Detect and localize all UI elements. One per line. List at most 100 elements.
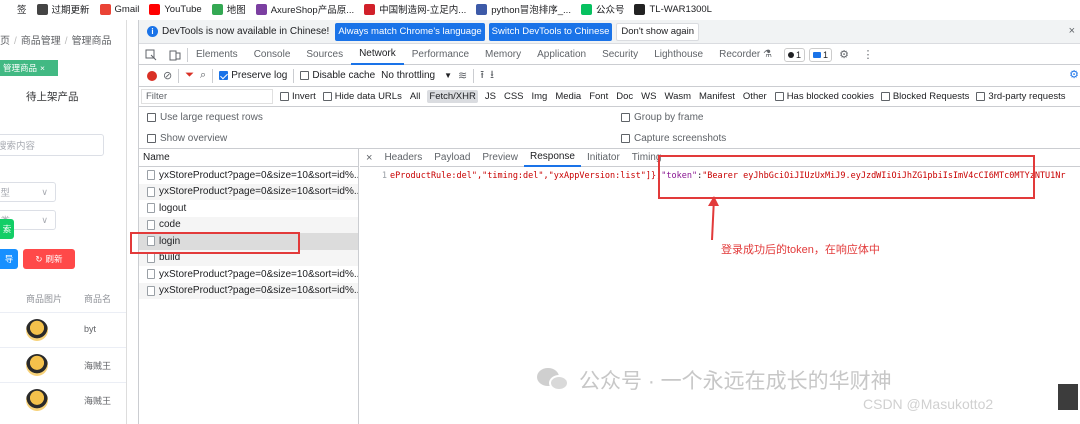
search-button[interactable]: 索 bbox=[0, 219, 14, 239]
device-toolbar-icon[interactable] bbox=[163, 45, 187, 65]
issues-badge[interactable]: 1 bbox=[784, 47, 806, 62]
export-har-icon[interactable]: ⭳ bbox=[490, 66, 494, 85]
blocked-cookies-checkbox[interactable]: Has blocked cookies bbox=[774, 91, 874, 102]
tab-elements[interactable]: Elements bbox=[188, 45, 246, 65]
request-row[interactable]: yxStoreProduct?page=0&size=10&sort=id%..… bbox=[139, 266, 358, 283]
clear-icon[interactable]: ⊘ bbox=[163, 69, 172, 82]
bookmark-item[interactable]: 公众号 bbox=[580, 2, 624, 16]
capture-screenshots-checkbox[interactable]: Capture screenshots bbox=[621, 133, 726, 144]
bookmark-icon bbox=[580, 3, 592, 15]
file-icon bbox=[147, 252, 155, 263]
request-row[interactable]: yxStoreProduct?page=0&size=10&sort=id%..… bbox=[139, 167, 358, 184]
close-icon[interactable]: × bbox=[1069, 25, 1075, 37]
filter-input[interactable]: Filter bbox=[141, 89, 273, 104]
network-settings-gear-icon[interactable]: ⚙ bbox=[1069, 68, 1079, 81]
name-column-header[interactable]: Name bbox=[139, 149, 358, 167]
detail-tab-payload[interactable]: Payload bbox=[428, 149, 476, 167]
request-row[interactable]: yxStoreProduct?page=0&size=10&sort=id%..… bbox=[139, 282, 358, 299]
hide-data-urls-checkbox[interactable]: Hide data URLs bbox=[322, 91, 402, 102]
bookmark-icon bbox=[634, 3, 646, 15]
detail-tab-preview[interactable]: Preview bbox=[476, 149, 524, 167]
type-select[interactable]: 类型 ∨ bbox=[0, 182, 56, 202]
filter-type-fetch-xhr[interactable]: Fetch/XHR bbox=[427, 90, 478, 103]
filter-type-font[interactable]: Font bbox=[588, 91, 609, 102]
tab-security[interactable]: Security bbox=[594, 45, 646, 65]
table-row[interactable]: byt bbox=[0, 312, 126, 346]
bookmark-item[interactable]: python冒泡排序_... bbox=[476, 2, 571, 16]
tab-sources[interactable]: Sources bbox=[298, 45, 351, 65]
table-row[interactable]: 海贼王 bbox=[0, 382, 126, 416]
always-match-language-button[interactable]: Always match Chrome's language bbox=[335, 22, 485, 41]
detail-tab-initiator[interactable]: Initiator bbox=[581, 149, 626, 167]
bookmark-item[interactable]: TL-WAR1300L bbox=[634, 3, 712, 15]
third-party-checkbox[interactable]: 3rd-party requests bbox=[976, 91, 1066, 102]
filter-type-ws[interactable]: WS bbox=[640, 91, 657, 102]
filter-type-manifest[interactable]: Manifest bbox=[698, 91, 736, 102]
show-overview-checkbox[interactable]: Show overview bbox=[147, 133, 227, 144]
detail-tab-headers[interactable]: Headers bbox=[378, 149, 428, 167]
bookmark-item[interactable]: 中国制造网-立足内... bbox=[364, 2, 466, 16]
inspect-element-icon[interactable] bbox=[139, 45, 163, 65]
bookmark-item[interactable]: 签 bbox=[2, 2, 27, 16]
dont-show-again-button[interactable]: Don't show again bbox=[616, 22, 699, 41]
refresh-button[interactable]: ↻ 刷新 bbox=[23, 249, 75, 269]
tab-network[interactable]: Network bbox=[351, 45, 404, 65]
filter-type-wasm[interactable]: Wasm bbox=[663, 91, 692, 102]
file-icon bbox=[147, 285, 155, 296]
tab-lighthouse[interactable]: Lighthouse bbox=[646, 45, 711, 65]
bookmark-item[interactable]: YouTube bbox=[149, 3, 202, 15]
messages-badge[interactable]: 1 bbox=[809, 47, 833, 62]
tag-manage-products[interactable]: 管理商品 × bbox=[0, 60, 58, 76]
import-har-icon[interactable]: ⭱ bbox=[480, 66, 484, 85]
detail-tab-response[interactable]: Response bbox=[523, 149, 581, 167]
switch-to-chinese-button[interactable]: Switch DevTools to Chinese bbox=[488, 22, 613, 41]
export-button[interactable]: 导 bbox=[0, 249, 18, 269]
bookmark-item[interactable]: AxureShop产品原... bbox=[255, 2, 354, 16]
bookmark-item[interactable]: 地图 bbox=[211, 2, 246, 16]
bookmark-icon bbox=[99, 3, 111, 15]
record-icon[interactable] bbox=[147, 70, 157, 81]
tab-console[interactable]: Console bbox=[246, 45, 299, 65]
breadcrumb-item[interactable]: 商品管理 bbox=[21, 36, 61, 47]
close-detail-icon[interactable]: × bbox=[360, 152, 378, 164]
bookmark-item[interactable]: Gmail bbox=[99, 3, 139, 15]
file-icon bbox=[147, 219, 155, 230]
search-icon[interactable]: ⌕ bbox=[200, 69, 206, 82]
bookmark-item[interactable]: 过期更新 bbox=[36, 2, 90, 16]
invert-checkbox[interactable]: Invert bbox=[280, 91, 316, 102]
request-name: logout bbox=[159, 202, 187, 214]
filter-type-media[interactable]: Media bbox=[554, 91, 582, 102]
disable-cache-checkbox[interactable]: Disable cache bbox=[300, 70, 375, 81]
group-by-frame-checkbox[interactable]: Group by frame bbox=[621, 112, 703, 123]
filter-type-other[interactable]: Other bbox=[742, 91, 768, 102]
table-row[interactable]: 海贼王 bbox=[0, 347, 126, 381]
filter-type-all[interactable]: All bbox=[409, 91, 422, 102]
tab-application[interactable]: Application bbox=[529, 45, 594, 65]
more-options-icon[interactable]: ⋮ bbox=[856, 45, 880, 65]
throttling-select[interactable]: No throttling ▼ bbox=[381, 70, 452, 81]
response-prefix: eProductRule:del","timing:del","yxAppVer… bbox=[390, 171, 662, 181]
preserve-log-checkbox[interactable]: Preserve log bbox=[219, 70, 287, 81]
filter-type-img[interactable]: Img bbox=[531, 91, 549, 102]
tab-performance[interactable]: Performance bbox=[404, 45, 477, 65]
filter-icon[interactable]: ⏷ bbox=[185, 69, 194, 82]
chevron-down-icon: ∨ bbox=[41, 215, 48, 225]
tab-recorder[interactable]: Recorder ⚗ bbox=[711, 45, 780, 65]
file-icon bbox=[147, 186, 155, 197]
request-row[interactable]: logout bbox=[139, 200, 358, 217]
search-input[interactable]: 搜索内容 bbox=[0, 134, 104, 156]
request-row[interactable]: code bbox=[139, 216, 358, 233]
blocked-requests-checkbox[interactable]: Blocked Requests bbox=[880, 91, 969, 102]
filter-type-css[interactable]: CSS bbox=[503, 91, 525, 102]
search-placeholder: 搜索内容 bbox=[0, 141, 36, 152]
filter-type-doc[interactable]: Doc bbox=[615, 91, 634, 102]
tag-close-icon[interactable]: × bbox=[40, 63, 45, 73]
large-rows-checkbox[interactable]: Use large request rows bbox=[147, 112, 263, 123]
network-conditions-icon[interactable]: ≋ bbox=[458, 69, 467, 82]
filter-type-js[interactable]: JS bbox=[484, 91, 497, 102]
refresh-icon: ↻ bbox=[35, 253, 43, 264]
breadcrumb-home[interactable]: 页 bbox=[0, 36, 10, 47]
request-row[interactable]: yxStoreProduct?page=0&size=10&sort=id%..… bbox=[139, 183, 358, 200]
tab-memory[interactable]: Memory bbox=[477, 45, 529, 65]
gear-icon[interactable]: ⚙ bbox=[832, 45, 856, 65]
